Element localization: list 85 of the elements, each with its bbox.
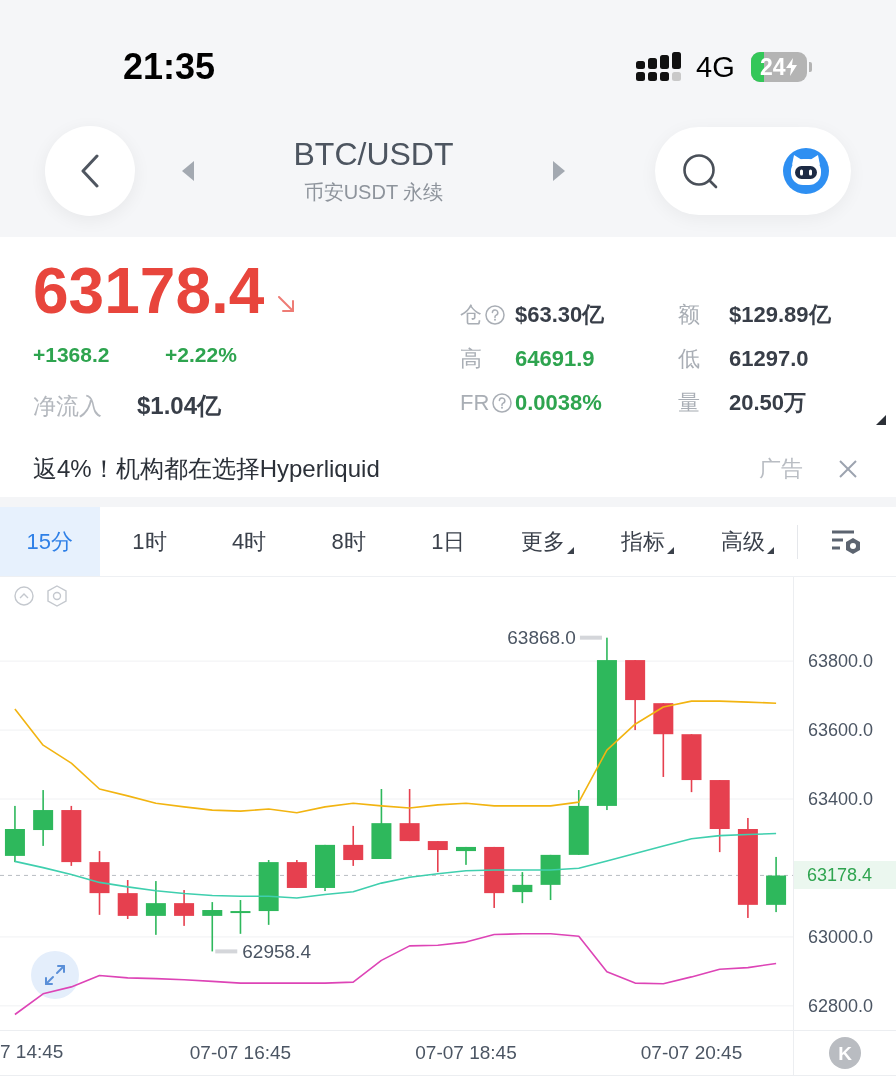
signal-icon: [636, 52, 682, 82]
chevron-left-icon: [80, 154, 100, 188]
interval-tab[interactable]: 8时: [298, 507, 399, 576]
price-axis-label: 63600.0: [808, 719, 874, 742]
status-time: 21:35: [123, 49, 216, 85]
triangle-right-icon[interactable]: [553, 161, 565, 181]
interval-tab[interactable]: 1日: [398, 507, 499, 576]
last-price: 63178.4: [33, 255, 265, 327]
candle: [681, 734, 702, 793]
marker-leader-line: [215, 949, 238, 954]
expand-icon: [42, 962, 68, 988]
price-marker-label: 62958.4: [242, 940, 311, 962]
stat-label: 高: [460, 348, 482, 370]
candle: [512, 872, 533, 904]
net-inflow-value: $1.04亿: [137, 394, 222, 418]
stat-label: FR: [460, 392, 490, 414]
stat-label: 量: [678, 392, 700, 414]
marker-leader-line: [579, 635, 602, 640]
stat-label: 额: [678, 304, 700, 326]
candle: [117, 880, 138, 919]
time-axis-label: 07-07 16:45: [189, 1041, 292, 1065]
network-type: 4G: [696, 52, 735, 82]
help-icon[interactable]: [492, 393, 513, 413]
stat-value: $129.89亿: [729, 304, 831, 326]
candle: [4, 805, 25, 863]
net-inflow-label: 净流入: [33, 394, 103, 418]
chart-settings-icon[interactable]: [832, 528, 862, 555]
candle: [456, 846, 476, 865]
time-axis-label: 07-07 20:45: [640, 1041, 743, 1065]
search-icon[interactable]: [682, 153, 718, 189]
stat-value: 0.0038%: [515, 392, 603, 414]
chevron-up-circle-icon[interactable]: [14, 586, 34, 606]
ad-text[interactable]: 返4%！机构都在选择Hyperliquid: [33, 457, 759, 481]
candle: [625, 660, 646, 731]
stat-label: 低: [678, 348, 700, 370]
price-change: +1368.2: [33, 343, 111, 365]
candle: [427, 841, 448, 873]
price-change-percent: +2.22%: [165, 343, 237, 365]
candle: [145, 881, 166, 935]
candle: [89, 851, 110, 915]
help-icon[interactable]: [485, 305, 505, 325]
interval-tab[interactable]: 高级: [697, 507, 797, 576]
interval-tab[interactable]: 4时: [199, 507, 299, 576]
candle: [258, 860, 279, 925]
price-marker-label: 63868.0: [507, 627, 576, 649]
close-button[interactable]: [838, 459, 858, 479]
candle: [33, 790, 54, 846]
triangle-left-icon[interactable]: [182, 161, 194, 181]
pair-title: BTC/USDT: [293, 136, 454, 172]
battery-cap: [808, 62, 812, 72]
robot-avatar-icon[interactable]: [783, 148, 829, 194]
stat-value: 61297.0: [729, 348, 810, 370]
stat-value: 64691.9: [515, 348, 596, 370]
interval-tab[interactable]: 指标: [597, 507, 698, 576]
price-axis-label: 62800.0: [808, 994, 874, 1017]
interval-tab[interactable]: 1时: [99, 507, 200, 576]
stat-value: $63.30亿: [515, 304, 606, 326]
ad-tag: 广告: [759, 458, 803, 480]
candle: [484, 846, 505, 908]
stat-label: 仓: [460, 304, 482, 326]
close-icon: [838, 459, 858, 479]
last-price-tag: 63178.4: [794, 861, 896, 890]
candle: [230, 900, 251, 934]
hexagon-settings-icon[interactable]: [47, 585, 67, 607]
pair-subtitle: 币安USDT 永续: [303, 180, 444, 205]
candle: [174, 890, 195, 926]
candle: [540, 854, 561, 901]
candle: [371, 789, 392, 859]
price-axis-label: 63800.0: [808, 650, 874, 673]
time-axis-label: 07-07 18:45: [415, 1041, 517, 1065]
candle: [568, 790, 589, 855]
candle: [61, 805, 82, 866]
time-axis-label: 7 14:45: [0, 1040, 64, 1064]
interval-tab[interactable]: 更多: [498, 507, 598, 576]
candle: [202, 902, 223, 952]
price-axis-label: 63000.0: [808, 925, 874, 948]
candle: [286, 860, 307, 888]
stat-value: 20.50万: [729, 392, 808, 414]
corner-triangle-icon[interactable]: [876, 415, 886, 425]
candle: [315, 844, 336, 892]
candle: [766, 856, 787, 913]
expand-button[interactable]: [31, 951, 79, 999]
price-axis-label: 63400.0: [808, 788, 874, 810]
candle: [343, 825, 364, 866]
candle: [399, 789, 420, 842]
